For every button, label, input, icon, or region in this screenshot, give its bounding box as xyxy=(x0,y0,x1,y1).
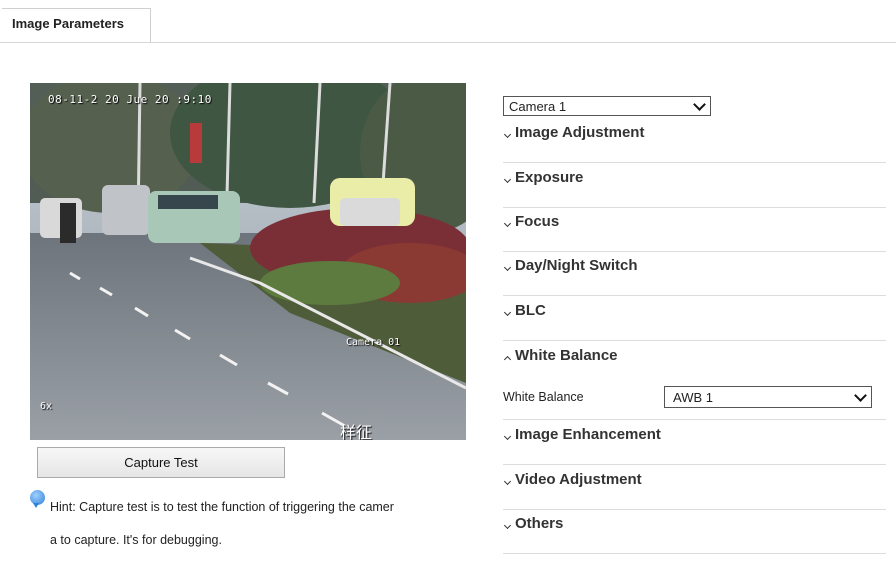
section-label: Image Adjustment xyxy=(515,124,645,141)
street-scene-image xyxy=(30,83,466,440)
white-balance-field-label: White Balance xyxy=(503,390,584,404)
chevron-down-icon xyxy=(503,219,512,228)
tab-bar: Image Parameters xyxy=(0,0,896,43)
hint-text-line-1: Hint: Capture test is to test the functi… xyxy=(50,500,394,514)
section-blc[interactable]: BLC xyxy=(503,296,886,341)
section-label: White Balance xyxy=(515,347,618,364)
section-label: Video Adjustment xyxy=(515,471,642,488)
video-preview: 08-11-2 20 Jue 20 :9:10 Camera 01 6x 样征 xyxy=(30,83,466,440)
hint-bubble-icon xyxy=(30,490,45,508)
section-label: BLC xyxy=(515,302,546,319)
section-label: Focus xyxy=(515,213,560,230)
chevron-down-icon xyxy=(503,175,512,184)
chevron-down-icon xyxy=(503,263,512,272)
section-label: Others xyxy=(515,515,564,532)
chevron-down-icon xyxy=(503,432,512,441)
osd-camera-name: Camera 01 xyxy=(346,337,401,348)
white-balance-select-value: AWB 1 xyxy=(673,390,713,405)
section-label: Image Enhancement xyxy=(515,426,661,443)
section-focus[interactable]: Focus xyxy=(503,207,886,252)
chevron-down-icon xyxy=(503,477,512,486)
section-white-balance[interactable]: White Balance xyxy=(503,341,886,377)
section-label: Day/Night Switch xyxy=(515,257,638,274)
camera-select-value: Camera 1 xyxy=(509,99,567,114)
camera-select[interactable]: Camera 1 xyxy=(503,96,711,116)
section-label: Exposure xyxy=(515,169,584,186)
section-image-enhancement[interactable]: Image Enhancement xyxy=(503,420,886,465)
chevron-down-icon xyxy=(503,130,512,139)
chevron-down-icon xyxy=(693,98,706,111)
osd-zoom: 6x xyxy=(40,401,53,412)
white-balance-select[interactable]: AWB 1 xyxy=(664,386,872,408)
chevron-up-icon xyxy=(503,355,512,364)
section-image-adjustment[interactable]: Image Adjustment xyxy=(503,118,886,163)
tab-image-parameters-label: Image Parameters xyxy=(12,16,125,31)
hint-text-line-2: a to capture. It's for debugging. xyxy=(50,533,222,547)
chevron-down-icon xyxy=(854,389,867,402)
section-day-night-switch[interactable]: Day/Night Switch xyxy=(503,251,886,296)
chevron-down-icon xyxy=(503,521,512,530)
section-others[interactable]: Others xyxy=(503,509,886,554)
osd-tag: 样征 xyxy=(340,423,373,440)
capture-test-button[interactable]: Capture Test xyxy=(37,447,285,478)
chevron-down-icon xyxy=(503,308,512,317)
section-exposure[interactable]: Exposure xyxy=(503,163,886,208)
osd-datetime: 08-11-2 20 Jue 20 :9:10 xyxy=(48,93,212,106)
section-video-adjustment[interactable]: Video Adjustment xyxy=(503,465,886,510)
